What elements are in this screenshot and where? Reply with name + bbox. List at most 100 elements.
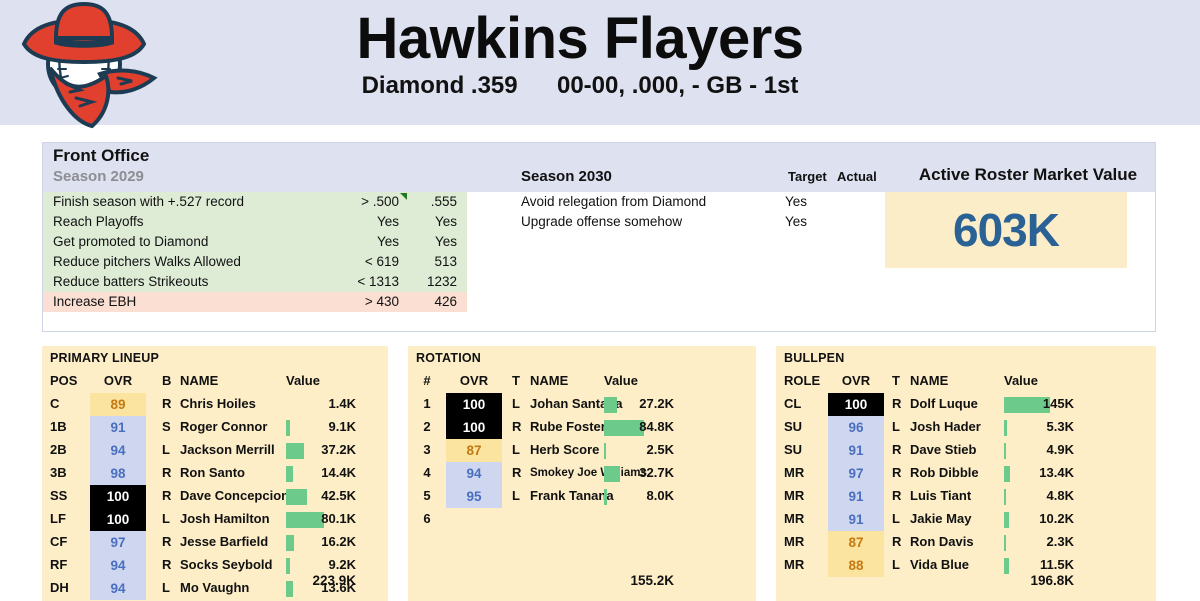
col-header-value: Value (1004, 373, 1038, 388)
row-name: Rob Dibble (910, 465, 979, 480)
row-name: Socks Seybold (180, 557, 273, 572)
row-pos: 3B (50, 465, 67, 480)
table-row[interactable]: SU 96 L Josh Hader 5.3K (776, 416, 1156, 439)
row-hand: R (162, 396, 172, 411)
prev-season-goals-list: Finish season with +.527 record > .500 .55… (43, 192, 467, 312)
table-row[interactable]: MR 91 R Luis Tiant 4.8K (776, 485, 1156, 508)
row-role: SU (784, 442, 803, 457)
row-value-text: 4.9K (1046, 442, 1074, 457)
row-hand: R (892, 465, 902, 480)
table-row[interactable]: 3 87 L Herb Score 2.5K (408, 439, 756, 462)
goal-target: < 619 (364, 254, 399, 269)
row-ovr-cell: 91 (828, 439, 884, 462)
table-header-row: POS OVR B NAME Value (42, 370, 388, 393)
row-hand: R (892, 442, 902, 457)
col-header-hand: T (512, 373, 520, 388)
row-role: MR (784, 511, 805, 526)
col-header-ovr: OVR (459, 373, 489, 388)
row-name: Herb Score (530, 442, 600, 457)
prev-goal-row: Finish season with +.527 record > .500 .55… (43, 192, 467, 212)
table-row[interactable]: MR 91 L Jakie May 10.2K (776, 508, 1156, 531)
cur-season-goals-list: Avoid relegation from Diamond Yes Upgrade … (521, 192, 891, 232)
row-ovr-cell: 97 (828, 462, 884, 485)
rotation-total-value: 155.2K (630, 573, 674, 588)
table-row[interactable]: 6 (408, 508, 756, 531)
row-num: 3 (423, 442, 431, 457)
table-row[interactable]: MR 97 R Rob Dibble 13.4K (776, 462, 1156, 485)
bullpen-table[interactable]: ROLE OVR T NAME Value CL 100 R Dolf Luque 145K SU 9… (776, 370, 1156, 577)
table-row[interactable]: LF 100 L Josh Hamilton 80.1K (42, 508, 388, 531)
row-role: MR (784, 465, 805, 480)
table-row[interactable]: 2B 94 L Jackson Merrill 37.2K (42, 439, 388, 462)
row-pos: LF (50, 511, 66, 526)
prev-goal-row: Reduce batters Strikeouts < 1313 1232 (43, 272, 467, 292)
row-value-cell: 32.7K (604, 462, 674, 485)
row-pos: C (50, 396, 60, 411)
market-value-header: Active Roster Market Value (918, 165, 1138, 184)
table-row[interactable]: 5 95 L Frank Tanana 8.0K (408, 485, 756, 508)
table-row[interactable]: CF 97 R Jesse Barfield 16.2K (42, 531, 388, 554)
row-ovr-cell: 97 (90, 531, 146, 554)
row-name: Dave Concepcion (180, 488, 290, 503)
row-pos: RF (50, 557, 68, 572)
goal-label: Get promoted to Diamond (53, 234, 209, 249)
row-ovr-cell: 89 (90, 393, 146, 416)
row-hand: R (892, 534, 902, 549)
row-value-cell: 1.4K (286, 393, 356, 416)
app-root: Hawkins Flayers Diamond .359 00-00, .000… (0, 0, 1200, 601)
row-hand: R (512, 419, 522, 434)
record-label: 00-00, .000, - GB - 1st (556, 72, 799, 99)
col-header-value: Value (286, 373, 320, 388)
goal-target: Yes (376, 234, 399, 249)
row-name: Dave Stieb (910, 442, 977, 457)
roster-sections: PRIMARY LINEUP POS OVR B NAME Value C 89 R Chris… (0, 346, 1200, 601)
page-title: Hawkins Flayers (356, 6, 804, 71)
goal-target: < 1313 (357, 274, 399, 289)
row-value-text: 42.5K (321, 488, 356, 503)
row-name: Frank Tanana (530, 488, 614, 503)
col-header-first: ROLE (784, 373, 821, 388)
row-value-cell: 16.2K (286, 531, 356, 554)
team-standings: Diamond .359 00-00, .000, - GB - 1st (170, 72, 990, 100)
goal-label: Increase EBH (53, 294, 137, 309)
table-row[interactable]: 2 100 R Rube Foster 84.8K (408, 416, 756, 439)
table-row[interactable]: MR 87 R Ron Davis 2.3K (776, 531, 1156, 554)
table-row[interactable]: 1B 91 S Roger Connor 9.1K (42, 416, 388, 439)
row-ovr-cell: 94 (90, 439, 146, 462)
row-value-cell: 5.3K (1004, 416, 1074, 439)
row-value-cell: 9.1K (286, 416, 356, 439)
row-role: MR (784, 488, 805, 503)
row-num: 5 (423, 488, 431, 503)
col-header-ovr: OVR (103, 373, 133, 388)
team-header: Hawkins Flayers Diamond .359 00-00, .000… (0, 0, 1200, 129)
row-hand: L (892, 511, 900, 526)
table-row[interactable]: SS 100 R Dave Concepcion 42.5K (42, 485, 388, 508)
table-header-row: ROLE OVR T NAME Value (776, 370, 1156, 393)
row-value-cell (604, 508, 674, 531)
rotation-table[interactable]: # OVR T NAME Value 1 100 L Johan Santana 27.2K 2 10… (408, 370, 756, 531)
col-header-hand: B (162, 373, 172, 388)
row-name: Luis Tiant (910, 488, 972, 503)
primary-lineup-title: PRIMARY LINEUP (50, 351, 160, 365)
table-row[interactable]: 4 94 R Smokey Joe Williams 32.7K (408, 462, 756, 485)
goal-actual: 426 (434, 294, 457, 309)
table-row[interactable]: 1 100 L Johan Santana 27.2K (408, 393, 756, 416)
goal-label: Reach Playoffs (53, 214, 144, 229)
primary-lineup-table[interactable]: POS OVR B NAME Value C 89 R Chris Hoiles 1.4K 1B 91… (42, 370, 388, 600)
col-header-first: POS (50, 373, 78, 388)
cowboy-baseball-logo (14, 1, 164, 130)
front-office-title: Front Office (53, 146, 150, 165)
table-row[interactable]: CL 100 R Dolf Luque 145K (776, 393, 1156, 416)
goal-actual: 513 (434, 254, 457, 269)
row-value-text: 37.2K (321, 442, 356, 457)
table-row[interactable]: 3B 98 R Ron Santo 14.4K (42, 462, 388, 485)
cur-goal-row: Avoid relegation from Diamond Yes (521, 192, 891, 212)
goal-label: Finish season with +.527 record (53, 194, 244, 209)
table-row[interactable]: C 89 R Chris Hoiles 1.4K (42, 393, 388, 416)
rotation-title: ROTATION (416, 351, 482, 365)
table-row[interactable]: SU 91 R Dave Stieb 4.9K (776, 439, 1156, 462)
goal-actual: .555 (430, 194, 457, 209)
row-hand: L (512, 396, 520, 411)
goal-label: Reduce batters Strikeouts (53, 274, 209, 289)
primary-lineup-section: PRIMARY LINEUP POS OVR B NAME Value C 89 R Chris… (42, 346, 388, 601)
